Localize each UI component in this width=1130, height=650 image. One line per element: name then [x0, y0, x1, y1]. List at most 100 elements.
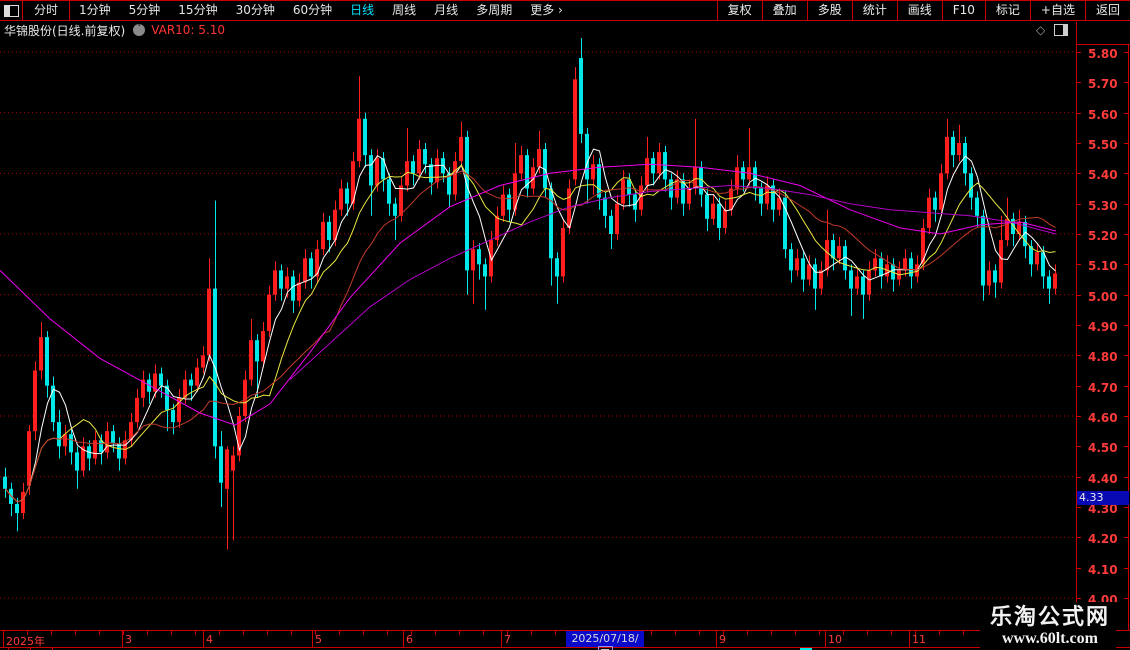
price-axis-tick: [1124, 385, 1128, 387]
time-axis-week-tick: [771, 631, 772, 635]
candle: [567, 188, 571, 228]
candle: [57, 422, 61, 447]
candlestick-chart-region: 5.80 5.70 5.60 5.50 5.40 5.30 5.20 5.10 5.00 4.90…: [0, 22, 1130, 648]
multi-stock-button[interactable]: 多股: [806, 1, 852, 20]
diamond-icon[interactable]: ◇: [1036, 23, 1045, 37]
candle: [717, 203, 721, 228]
candle: [327, 221, 331, 241]
candle: [459, 136, 463, 162]
time-axis-label: 6: [406, 633, 413, 646]
price-axis-top-border: [1076, 44, 1130, 45]
candle: [261, 331, 265, 362]
stock-title[interactable]: 华锦股份(日线.前复权): [4, 22, 125, 39]
period-tabs: 分时 1分钟 5分钟 15分钟 30分钟 60分钟 日线 周线 月线 多周期 更…: [23, 1, 572, 20]
tab-daily[interactable]: 日线: [341, 1, 383, 20]
candlestick-chart[interactable]: [0, 38, 1076, 630]
window-split-icon: [3, 4, 19, 17]
price-axis-tick: [1124, 537, 1128, 539]
f10-button[interactable]: F10: [941, 1, 985, 20]
price-axis-tick: [1077, 324, 1081, 326]
time-axis-month-line: [3, 631, 4, 647]
back-button[interactable]: 返回: [1084, 1, 1130, 20]
add-favorite-button[interactable]: +自选: [1029, 1, 1085, 20]
candle: [159, 373, 163, 386]
candle: [111, 431, 115, 444]
tab-1min[interactable]: 1分钟: [70, 1, 120, 20]
tab-60min[interactable]: 60分钟: [284, 1, 341, 20]
overlay-button[interactable]: 叠加: [761, 1, 807, 20]
time-axis-week-tick: [483, 631, 484, 635]
tab-30min[interactable]: 30分钟: [227, 1, 284, 20]
time-axis-week-tick: [219, 631, 220, 635]
candle: [789, 249, 793, 271]
mark-button[interactable]: 标记: [984, 1, 1030, 20]
indicator-value-label: VAR10: 5.10: [151, 23, 226, 37]
price-axis-label: 5.50: [1088, 137, 1118, 152]
candle: [711, 203, 715, 219]
price-axis-tick: [1077, 567, 1081, 569]
candle: [1053, 273, 1057, 289]
time-axis-week-tick: [195, 631, 196, 635]
time-axis-month-line: [403, 631, 404, 647]
tab-weekly[interactable]: 周线: [383, 1, 425, 20]
candle: [669, 179, 673, 198]
price-axis-tick: [1077, 233, 1081, 235]
candle: [297, 282, 301, 301]
time-axis-week-tick: [387, 631, 388, 635]
candle: [933, 197, 937, 210]
tab-more[interactable]: 更多 ›: [521, 1, 572, 20]
candle: [837, 246, 841, 259]
time-axis-label: 11: [912, 633, 926, 646]
panel-layout-icon[interactable]: [1054, 24, 1069, 36]
candle: [21, 491, 25, 514]
tab-monthly[interactable]: 月线: [425, 1, 467, 20]
draw-line-button[interactable]: 画线: [896, 1, 942, 20]
candle: [45, 337, 49, 386]
time-axis-month-line: [203, 631, 204, 647]
price-axis-tick: [1077, 112, 1081, 114]
candle: [345, 188, 349, 204]
candle: [387, 179, 391, 204]
time-axis-month-line: [909, 631, 910, 647]
time-axis-week-tick: [243, 631, 244, 635]
price-axis-tick: [1124, 294, 1128, 296]
price-axis-tick: [1077, 52, 1081, 53]
candle: [453, 161, 457, 195]
price-axis-tick: [1077, 203, 1081, 205]
candle: [645, 158, 649, 186]
candle: [27, 431, 31, 486]
candle: [399, 185, 403, 216]
candle: [507, 194, 511, 210]
candle: [195, 367, 199, 386]
price-axis-tick: [1124, 476, 1128, 478]
candle: [363, 118, 367, 156]
candle: [849, 270, 853, 289]
time-axis-week-tick: [435, 631, 436, 635]
price-axis-label: 5.00: [1088, 289, 1118, 304]
time-axis-week-tick: [699, 631, 700, 635]
window-split-button[interactable]: [0, 1, 23, 20]
candle: [579, 58, 583, 134]
tab-multi-period[interactable]: 多周期: [467, 1, 521, 20]
price-axis-label: 4.90: [1088, 319, 1118, 334]
tab-fenshi[interactable]: 分时: [23, 1, 71, 20]
time-axis-month-line: [312, 631, 313, 647]
chevron-down-icon[interactable]: ˅: [133, 24, 146, 36]
candle: [501, 194, 505, 216]
candle: [231, 455, 235, 471]
price-axis-label: 5.80: [1088, 47, 1118, 61]
candle: [813, 264, 817, 289]
statistics-button[interactable]: 统计: [851, 1, 897, 20]
candle: [705, 194, 709, 219]
price-axis-tick: [1077, 476, 1081, 478]
price-axis-tick: [1077, 82, 1081, 84]
tab-15min[interactable]: 15分钟: [169, 1, 226, 20]
price-axis-label: 5.10: [1088, 259, 1118, 274]
tab-5min[interactable]: 5分钟: [120, 1, 170, 20]
candle: [273, 270, 277, 295]
fuquan-button[interactable]: 复权: [716, 1, 762, 20]
candle: [627, 179, 631, 195]
candle: [687, 188, 691, 204]
candle: [189, 379, 193, 386]
action-buttons: 复权 叠加 多股 统计 画线 F10 标记 +自选 返回: [716, 1, 1130, 20]
